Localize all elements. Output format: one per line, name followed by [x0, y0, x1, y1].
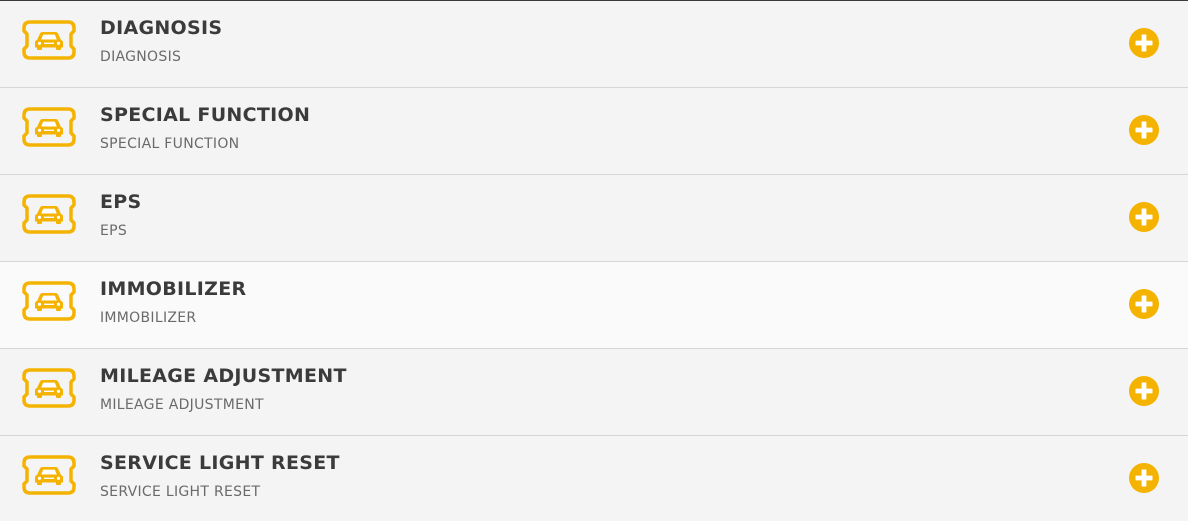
car-icon — [22, 281, 76, 321]
list-item-special-function[interactable]: SPECIAL FUNCTION SPECIAL FUNCTION — [0, 88, 1188, 175]
item-title: DIAGNOSIS — [100, 17, 223, 39]
plus-circle-icon[interactable] — [1129, 463, 1159, 493]
item-title: IMMOBILIZER — [100, 278, 247, 300]
function-list: DIAGNOSIS DIAGNOSIS SPECIAL FUNCTION SPE… — [0, 0, 1188, 521]
plus-circle-icon[interactable] — [1129, 115, 1159, 145]
item-subtitle: DIAGNOSIS — [100, 49, 182, 65]
item-title: SPECIAL FUNCTION — [100, 104, 311, 126]
item-subtitle: IMMOBILIZER — [100, 310, 197, 326]
item-subtitle: MILEAGE ADJUSTMENT — [100, 397, 264, 413]
plus-circle-icon[interactable] — [1129, 28, 1159, 58]
plus-circle-icon[interactable] — [1129, 289, 1159, 319]
item-subtitle: EPS — [100, 223, 128, 239]
item-subtitle: SERVICE LIGHT RESET — [100, 484, 261, 500]
list-item-immobilizer[interactable]: IMMOBILIZER IMMOBILIZER — [0, 262, 1188, 349]
car-icon — [22, 455, 76, 495]
plus-circle-icon[interactable] — [1129, 202, 1159, 232]
car-icon — [22, 194, 76, 234]
car-icon — [22, 368, 76, 408]
list-item-mileage-adjustment[interactable]: MILEAGE ADJUSTMENT MILEAGE ADJUSTMENT — [0, 349, 1188, 436]
car-icon — [22, 20, 76, 60]
list-item-eps[interactable]: EPS EPS — [0, 175, 1188, 262]
item-title: SERVICE LIGHT RESET — [100, 452, 340, 474]
list-item-diagnosis[interactable]: DIAGNOSIS DIAGNOSIS — [0, 1, 1188, 88]
list-item-service-light-reset[interactable]: SERVICE LIGHT RESET SERVICE LIGHT RESET — [0, 436, 1188, 521]
car-icon — [22, 107, 76, 147]
item-subtitle: SPECIAL FUNCTION — [100, 136, 240, 152]
item-title: MILEAGE ADJUSTMENT — [100, 365, 347, 387]
plus-circle-icon[interactable] — [1129, 376, 1159, 406]
item-title: EPS — [100, 191, 142, 213]
